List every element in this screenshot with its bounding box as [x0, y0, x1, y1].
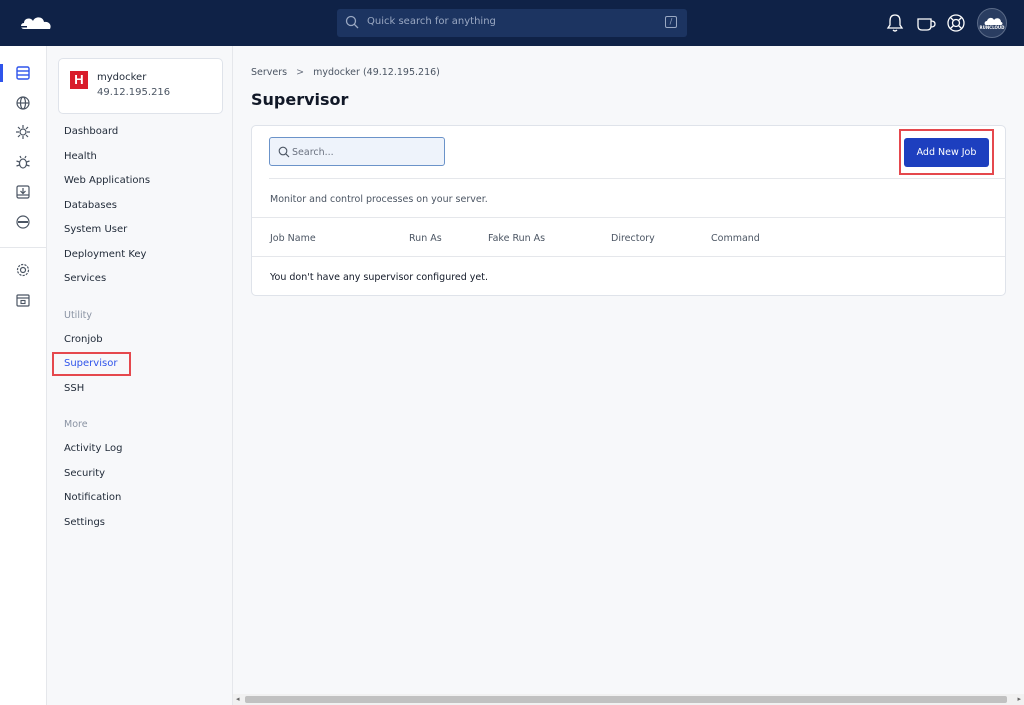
nav-section-more: More — [64, 419, 88, 430]
divider — [252, 217, 1005, 218]
search-icon — [345, 15, 359, 29]
top-bar: Quick search for anything / RUNCLOUD — [0, 0, 1024, 46]
supervisor-card: Add New Job Monitor and control processe… — [251, 125, 1006, 296]
nav-item-ssh[interactable]: SSH — [64, 383, 84, 394]
column-header-job-name[interactable]: Job Name — [270, 233, 316, 244]
add-new-job-button[interactable]: Add New Job — [904, 138, 989, 167]
breadcrumb-current: mydocker (49.12.195.216) — [313, 67, 440, 78]
rail-divider — [0, 247, 46, 248]
nav-item-cronjob[interactable]: Cronjob — [64, 334, 103, 345]
global-search-placeholder: Quick search for anything — [367, 16, 496, 27]
www-globe-icon[interactable] — [15, 214, 31, 230]
scroll-right-arrow-icon[interactable]: ▸ — [1017, 695, 1021, 703]
nav-item-notification[interactable]: Notification — [64, 492, 121, 503]
breadcrumb-separator: > — [296, 67, 305, 78]
bell-icon[interactable] — [884, 12, 906, 34]
bug-icon[interactable] — [15, 154, 31, 170]
divider — [269, 178, 1006, 179]
nav-item-security[interactable]: Security — [64, 468, 105, 479]
nav-item-dashboard[interactable]: Dashboard — [64, 126, 118, 137]
icon-rail — [0, 46, 47, 705]
server-nav-panel: H mydocker 49.12.195.216 Dashboard Healt… — [47, 46, 233, 705]
nav-item-databases[interactable]: Databases — [64, 200, 117, 211]
scroll-left-arrow-icon[interactable]: ◂ — [236, 695, 240, 703]
help-lifebuoy-icon[interactable] — [945, 12, 967, 34]
job-search-field[interactable] — [269, 137, 445, 166]
nav-item-system-user[interactable]: System User — [64, 224, 127, 235]
page-description: Monitor and control processes on your se… — [270, 194, 488, 205]
nav-item-web-applications[interactable]: Web Applications — [64, 175, 150, 186]
rail-active-indicator — [0, 64, 3, 82]
breadcrumb-servers[interactable]: Servers — [251, 67, 287, 78]
supervisor-highlight-box — [52, 352, 131, 376]
settings-gear-icon[interactable] — [15, 262, 31, 278]
avatar-cloud-icon — [984, 17, 1003, 25]
download-box-icon[interactable] — [15, 184, 31, 200]
job-search-input[interactable] — [292, 144, 440, 160]
breadcrumb: Servers > mydocker (49.12.195.216) — [251, 67, 440, 78]
column-header-fake-run-as[interactable]: Fake Run As — [488, 233, 545, 244]
runcloud-logo-icon[interactable] — [18, 13, 54, 33]
search-icon — [278, 146, 290, 158]
coffee-cup-icon[interactable] — [915, 12, 937, 34]
empty-state-message: You don't have any supervisor configured… — [270, 272, 489, 283]
divider — [252, 256, 1005, 257]
cog-icon[interactable] — [15, 124, 31, 140]
column-header-command[interactable]: Command — [711, 233, 760, 244]
archive-icon[interactable] — [15, 292, 31, 308]
column-header-run-as[interactable]: Run As — [409, 233, 442, 244]
nav-item-settings[interactable]: Settings — [64, 517, 105, 528]
nav-item-services[interactable]: Services — [64, 273, 106, 284]
nav-item-deployment-key[interactable]: Deployment Key — [64, 249, 146, 260]
page-title: Supervisor — [251, 90, 349, 109]
column-header-directory[interactable]: Directory — [611, 233, 655, 244]
global-search[interactable]: Quick search for anything / — [337, 9, 687, 37]
nav-item-health[interactable]: Health — [64, 151, 97, 162]
server-card[interactable]: H mydocker 49.12.195.216 — [58, 58, 223, 114]
server-name: mydocker — [97, 72, 147, 83]
nav-section-utility: Utility — [64, 310, 92, 321]
shortcut-key-hint: / — [665, 16, 677, 28]
avatar-label: RUNCLOUD — [979, 25, 1005, 30]
servers-icon[interactable] — [15, 65, 31, 81]
server-ip: 49.12.195.216 — [97, 87, 171, 98]
horizontal-scrollbar[interactable]: ◂ ▸ — [233, 694, 1024, 705]
globe-icon[interactable] — [15, 95, 31, 111]
server-provider-badge: H — [70, 71, 88, 89]
nav-item-activity-log[interactable]: Activity Log — [64, 443, 122, 454]
user-avatar[interactable]: RUNCLOUD — [977, 8, 1007, 38]
scrollbar-thumb[interactable] — [245, 696, 1007, 703]
